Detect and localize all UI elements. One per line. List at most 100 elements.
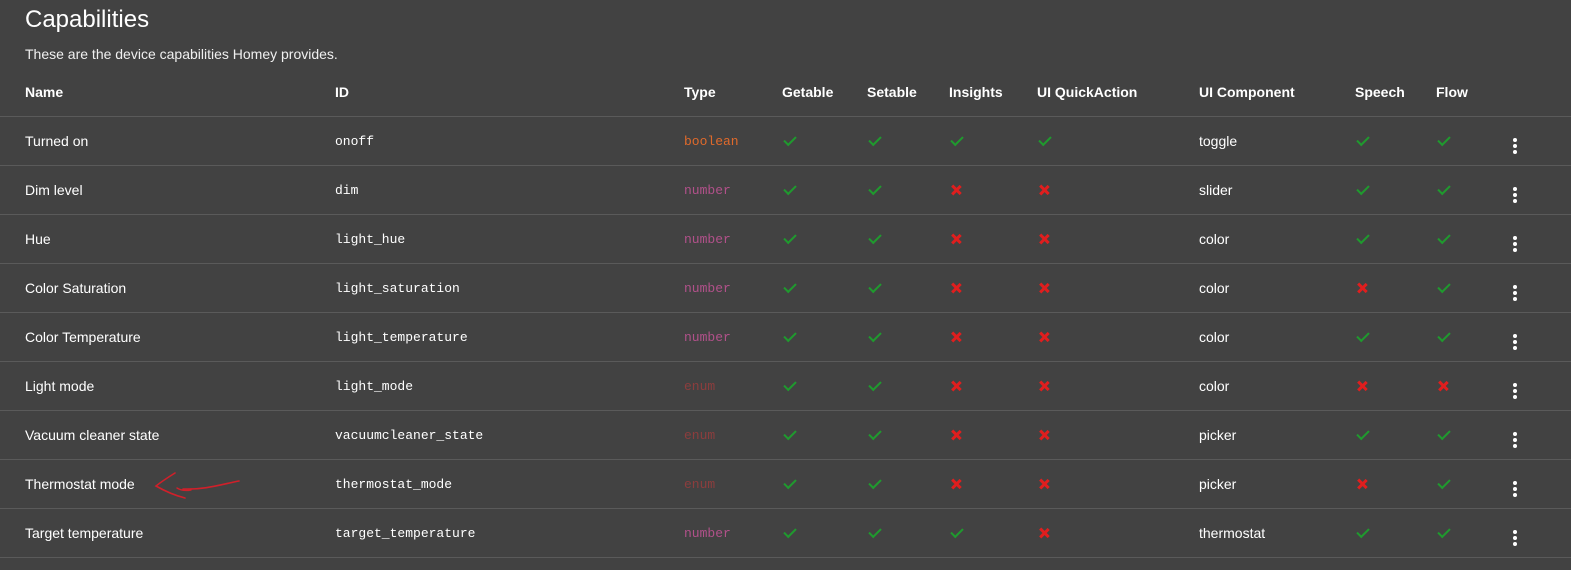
more-vertical-icon[interactable] <box>1511 529 1519 546</box>
cross-icon <box>1039 528 1049 538</box>
check-icon <box>783 230 797 245</box>
cell-getable <box>782 214 867 264</box>
more-vertical-icon[interactable] <box>1511 186 1519 203</box>
capability-type: enum <box>684 459 782 509</box>
cell-actions <box>1501 214 1571 264</box>
check-icon <box>783 181 797 196</box>
check-icon <box>1437 132 1451 147</box>
cross-icon <box>1357 381 1367 391</box>
cell-getable <box>782 410 867 460</box>
more-vertical-icon[interactable] <box>1511 382 1519 399</box>
column-header-type: Type <box>684 68 782 117</box>
cross-icon <box>1039 381 1049 391</box>
cell-setable <box>867 361 949 411</box>
cell-flow <box>1436 214 1501 264</box>
check-icon <box>783 132 797 147</box>
cell-actions <box>1501 263 1571 313</box>
cell-setable <box>867 263 949 313</box>
cross-icon <box>951 381 961 391</box>
check-icon <box>1437 475 1451 490</box>
check-icon <box>1437 279 1451 294</box>
cell-setable <box>867 508 949 558</box>
capability-id: vacuumcleaner_state <box>335 410 684 460</box>
annotation-arrow-icon <box>154 472 240 499</box>
capability-name: Color Temperature <box>0 312 335 362</box>
check-icon <box>783 426 797 441</box>
capability-ui-component: slider <box>1199 165 1355 215</box>
table-row: Turned on onoff boolean toggle <box>0 116 1571 166</box>
column-header-id: ID <box>335 68 684 117</box>
table-row: Target temperature target_temperature numb… <box>0 508 1571 558</box>
cell-insights <box>949 508 1037 558</box>
cell-quickaction <box>1037 263 1199 313</box>
cell-setable <box>867 116 949 166</box>
check-icon <box>1356 524 1370 539</box>
capability-id: dim <box>335 165 684 215</box>
cell-getable <box>782 508 867 558</box>
check-icon <box>868 328 882 343</box>
cross-icon <box>951 430 961 440</box>
capability-id: light_temperature <box>335 312 684 362</box>
cell-flow <box>1436 410 1501 460</box>
cell-insights <box>949 459 1037 509</box>
more-vertical-icon[interactable] <box>1511 235 1519 252</box>
cross-icon <box>1039 283 1049 293</box>
capability-name: Target temperature <box>0 508 335 558</box>
capability-ui-component: picker <box>1199 459 1355 509</box>
capability-id: target_temperature <box>335 508 684 558</box>
capability-name: Dim level <box>0 165 335 215</box>
table-row: Color Saturation light_saturation number co… <box>0 263 1571 313</box>
cell-speech <box>1355 263 1436 313</box>
cell-quickaction <box>1037 312 1199 362</box>
cross-icon <box>1438 381 1448 391</box>
check-icon <box>1437 426 1451 441</box>
cell-speech <box>1355 508 1436 558</box>
more-vertical-icon[interactable] <box>1511 333 1519 350</box>
capability-id: thermostat_mode <box>335 459 684 509</box>
check-icon <box>1356 426 1370 441</box>
capability-id: onoff <box>335 116 684 166</box>
check-icon <box>868 475 882 490</box>
column-header-component: UI Component <box>1199 68 1355 117</box>
check-icon <box>868 426 882 441</box>
table-row: Vacuum cleaner state vacuumcleaner_state e… <box>0 410 1571 460</box>
cross-icon <box>951 479 961 489</box>
cell-quickaction <box>1037 214 1199 264</box>
cell-insights <box>949 263 1037 313</box>
cell-getable <box>782 361 867 411</box>
check-icon <box>868 279 882 294</box>
cell-quickaction <box>1037 116 1199 166</box>
column-header-quickaction: UI QuickAction <box>1037 68 1199 117</box>
cell-actions <box>1501 165 1571 215</box>
check-icon <box>783 475 797 490</box>
more-vertical-icon[interactable] <box>1511 480 1519 497</box>
cell-speech <box>1355 165 1436 215</box>
check-icon <box>783 328 797 343</box>
capability-type: boolean <box>684 116 782 166</box>
cell-flow <box>1436 116 1501 166</box>
page-subtitle: These are the device capabilities Homey … <box>25 46 338 62</box>
more-vertical-icon[interactable] <box>1511 431 1519 448</box>
capability-ui-component: color <box>1199 263 1355 313</box>
check-icon <box>1437 181 1451 196</box>
cell-speech <box>1355 410 1436 460</box>
cross-icon <box>951 332 961 342</box>
cell-getable <box>782 263 867 313</box>
capability-type: number <box>684 508 782 558</box>
column-header-insights: Insights <box>949 68 1037 117</box>
capability-ui-component: picker <box>1199 410 1355 460</box>
cell-setable <box>867 459 949 509</box>
table-row: Hue light_hue number color <box>0 214 1571 264</box>
cell-actions <box>1501 508 1571 558</box>
cell-quickaction <box>1037 508 1199 558</box>
more-vertical-icon[interactable] <box>1511 137 1519 154</box>
check-icon <box>1038 132 1052 147</box>
capability-name: Hue <box>0 214 335 264</box>
table-row: Light mode light_mode enum color <box>0 361 1571 411</box>
cell-flow <box>1436 361 1501 411</box>
capability-ui-component: thermostat <box>1199 508 1355 558</box>
check-icon <box>1356 132 1370 147</box>
cell-speech <box>1355 459 1436 509</box>
more-vertical-icon[interactable] <box>1511 284 1519 301</box>
cell-actions <box>1501 312 1571 362</box>
